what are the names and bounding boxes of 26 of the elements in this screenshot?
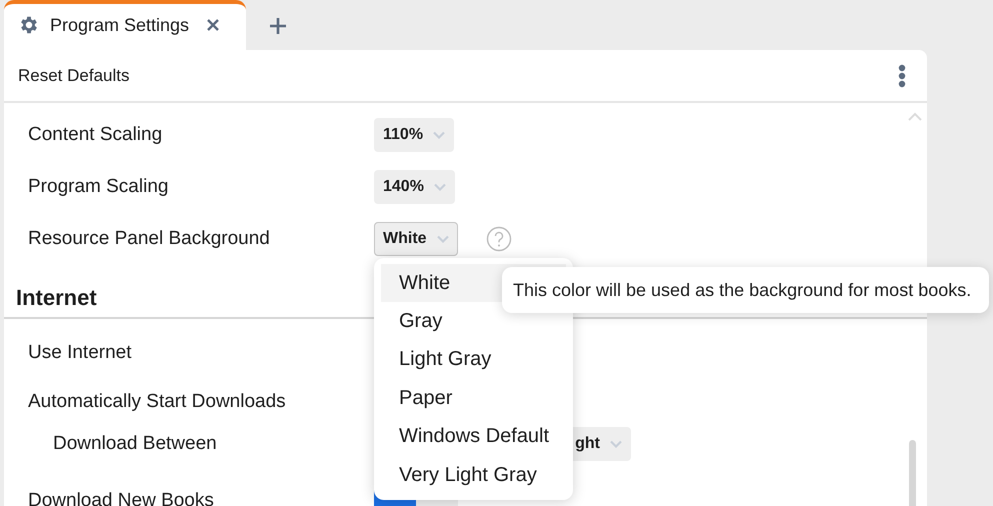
setting-label: Resource Panel Background xyxy=(28,228,271,250)
setting-label: Program Scaling xyxy=(28,176,170,198)
chevron-down-icon xyxy=(436,235,449,243)
close-icon[interactable] xyxy=(206,18,220,32)
select-field[interactable]: 140% xyxy=(374,170,455,204)
scrollbar-thumb[interactable] xyxy=(909,440,916,506)
reset-defaults-button[interactable]: Reset Defaults xyxy=(18,66,130,86)
setting-label: Use Internet xyxy=(28,342,132,364)
setting-label: Automatically Start Downloads xyxy=(28,391,287,413)
select-field[interactable]: White xyxy=(374,222,458,256)
dropdown-option[interactable]: Windows Default xyxy=(381,418,566,456)
dropdown-option[interactable]: Paper xyxy=(381,379,566,418)
select-field[interactable]: 110% xyxy=(374,118,454,152)
chevron-down-icon xyxy=(433,131,446,139)
settings-tab[interactable]: Program Settings xyxy=(4,0,246,50)
setting-label: Content Scaling xyxy=(28,124,164,146)
chevron-down-icon xyxy=(610,440,622,448)
dropdown-option[interactable]: Light Gray xyxy=(381,340,566,380)
setting-label: Download Between xyxy=(53,433,218,455)
chevron-down-icon xyxy=(434,183,446,191)
dropdown-option[interactable]: Very Light Gray xyxy=(381,456,566,494)
setting-label: Download New Books xyxy=(28,490,215,506)
more-menu-icon[interactable] xyxy=(898,64,906,88)
gear-icon xyxy=(18,14,40,36)
tooltip: This color will be used as the background for most books. xyxy=(502,267,989,313)
add-tab-icon[interactable] xyxy=(268,16,288,36)
